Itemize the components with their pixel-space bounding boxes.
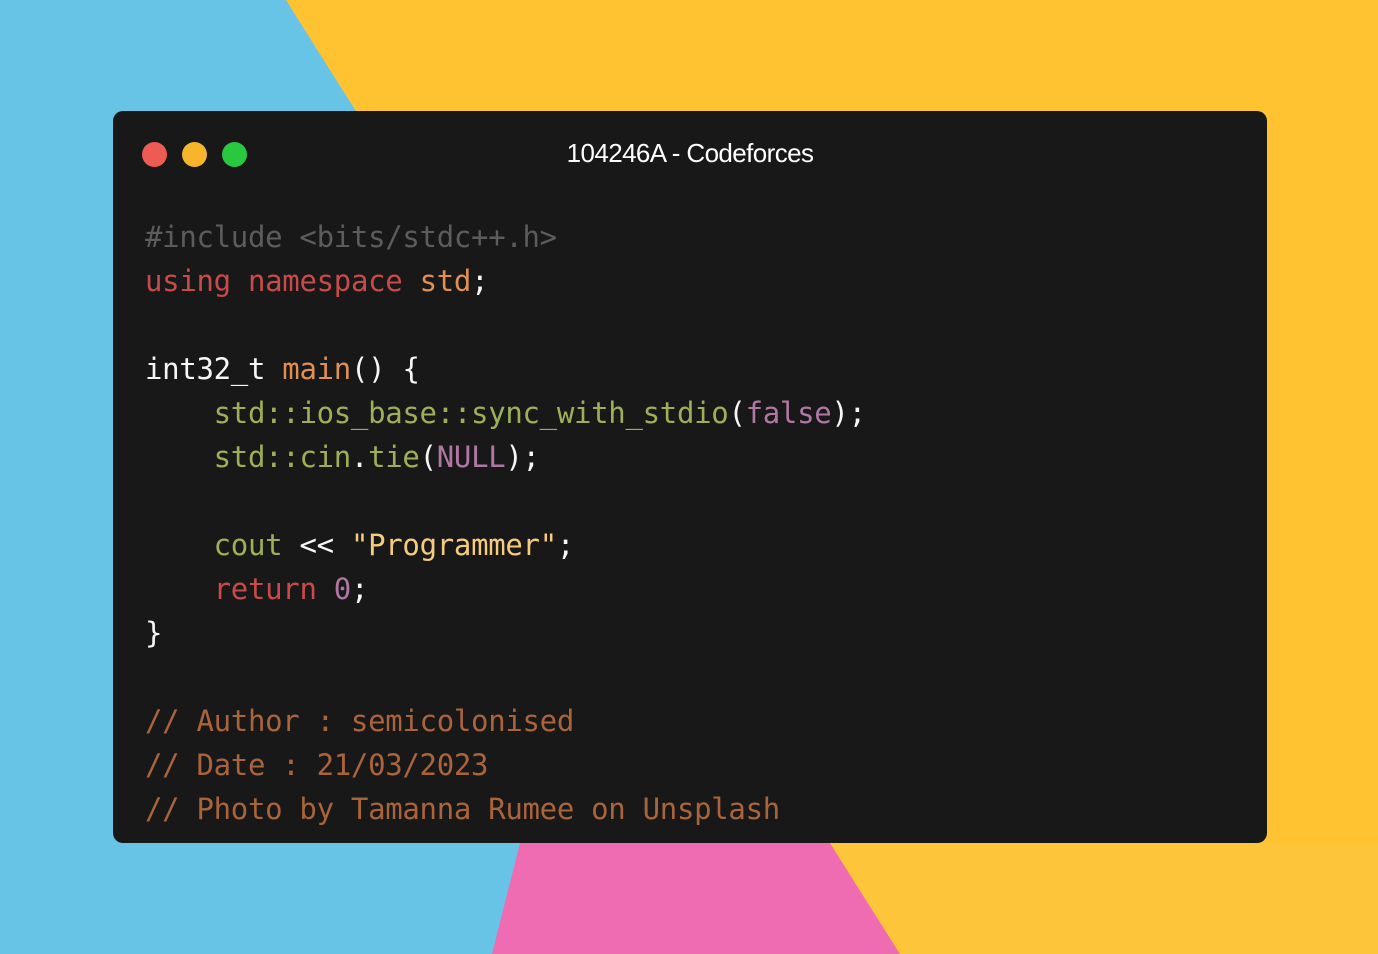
comment-date: // Date : 21/03/2023 [145,748,489,782]
code-line-cin-tie: std::cin.tie(NULL); [145,435,866,479]
code-line-comment-date: // Date : 21/03/2023 [145,743,866,787]
window-title: 104246A - Codeforces [566,138,814,168]
identifier-cout: cout [213,528,283,562]
keyword-namespace: namespace [247,264,403,298]
literal-false: false [745,396,832,430]
keyword-return: return [213,572,317,606]
namespace-std: std [419,264,472,298]
semicolon: ; [471,264,489,298]
code-line-comment-author: // Author : semicolonised [145,699,866,743]
call-sync-with-stdio: std::ios_base::sync_with_stdio [213,396,729,430]
code-line-sync: std::ios_base::sync_with_stdio(false); [145,391,866,435]
main-parens: () [350,352,386,386]
function-main: main [282,352,351,386]
function-tie: tie [368,440,420,474]
code-line-close: } [145,611,866,655]
literal-null: NULL [436,440,506,474]
code-line-main: int32_t main() { [145,347,866,391]
shift-operator: << [299,528,334,562]
code-line-cout: cout << "Programmer"; [145,523,866,567]
code-line-include: #include <bits/stdc++.h> [145,215,866,259]
close-brace: } [145,616,163,650]
type-int32: int32_t [145,352,266,386]
comment-author: // Author : semicolonised [145,704,574,738]
keyword-using: using [145,264,231,298]
identifier-std-cin: std::cin [213,440,352,474]
code-line-return: return 0; [145,567,866,611]
paren-open: ( [419,440,437,474]
paren-close-semicolon: ); [831,396,866,430]
code-line-using: using namespace std; [145,259,866,303]
string-programmer: "Programmer" [350,528,557,562]
background-pink-paper [492,843,900,954]
comment-photo: // Photo by Tamanna Rumee on Unsplash [145,792,780,826]
semicolon: ; [556,528,575,562]
paren-close-semicolon: ); [505,440,540,474]
dot-operator: . [350,440,369,474]
code-line-comment-photo: // Photo by Tamanna Rumee on Unsplash [145,787,866,831]
background-yellow-right [830,843,1378,954]
literal-zero: 0 [333,572,351,606]
code-block: #include <bits/stdc++.h> using namespace … [145,215,866,831]
semicolon: ; [350,572,369,606]
paren-open: ( [728,396,746,430]
code-window: 104246A - Codeforces #include <bits/stdc… [113,111,1267,843]
open-brace: { [402,352,420,386]
preprocessor-include: #include <bits/stdc++.h> [145,220,557,254]
